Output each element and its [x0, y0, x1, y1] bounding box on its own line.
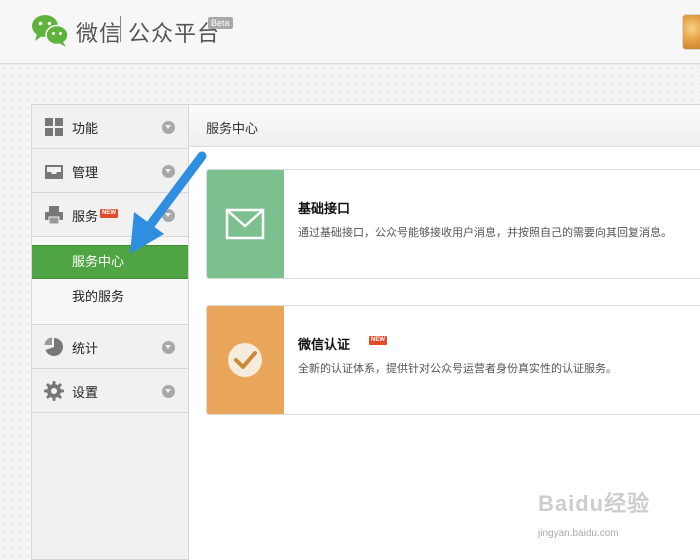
card-description: 通过基础接口，公众号能够接收用户消息，并按照自己的需要向其回复消息。 [298, 226, 672, 239]
beta-badge: Beta [208, 17, 233, 29]
service-card-wechat-verification[interactable]: 微信认证 NEW 全新的认证体系，提供针对公众号运营者身份真实性的认证服务。 [206, 305, 700, 415]
chevron-down-icon[interactable] [162, 121, 175, 134]
watermark-sub: jingyan.baidu.com [538, 528, 619, 539]
pointer-arrow-icon [130, 151, 207, 254]
inbox-icon [45, 165, 63, 179]
chevron-down-icon[interactable] [162, 341, 175, 354]
sidebar-item-label: 服务 [72, 210, 99, 225]
sidebar-item-label: 统计 [72, 342, 99, 357]
page-title: 服务中心 [206, 122, 259, 137]
watermark-main: Baidu经验 [538, 491, 651, 516]
new-badge: NEW [100, 209, 118, 218]
chevron-down-icon[interactable] [162, 385, 175, 398]
card-description: 全新的认证体系，提供针对公众号运营者身份真实性的认证服务。 [298, 362, 617, 375]
platform-name: 公众平台 [128, 22, 221, 47]
user-avatar[interactable] [682, 14, 700, 50]
sidebar-item-statistics[interactable]: 统计 [32, 325, 188, 369]
card-title: 微信认证 [298, 338, 351, 353]
baidu-watermark: Baidu经验 jingyan.baidu.com [538, 486, 651, 539]
envelope-icon [225, 208, 265, 240]
sidebar-subitem-my-services[interactable]: 我的服务 [32, 281, 188, 315]
card-title: 基础接口 [298, 202, 351, 217]
sidebar-item-label: 设置 [72, 386, 99, 401]
sidebar-item-features[interactable]: 功能 [32, 105, 188, 149]
grid-icon [45, 118, 63, 136]
wechat-logo-icon[interactable] [30, 12, 70, 48]
printer-icon [45, 206, 63, 225]
pie-chart-icon [44, 337, 63, 356]
checkmark-icon [228, 343, 262, 377]
envelope-tile [207, 170, 284, 278]
sidebar-item-label: 管理 [72, 166, 99, 181]
gear-icon [44, 381, 64, 401]
sidebar-item-label: 功能 [72, 122, 99, 137]
main-title-bar: 服务中心 [189, 105, 700, 147]
brand-name: 微信 [76, 22, 123, 47]
service-card-basic-api[interactable]: 基础接口 通过基础接口，公众号能够接收用户消息，并按照自己的需要向其回复消息。 [206, 169, 700, 279]
checkmark-tile [207, 306, 284, 414]
sidebar-item-settings[interactable]: 设置 [32, 369, 188, 413]
new-badge: NEW [369, 336, 387, 345]
brand-divider [120, 16, 121, 42]
top-header: 微信 公众平台 Beta [0, 0, 700, 64]
